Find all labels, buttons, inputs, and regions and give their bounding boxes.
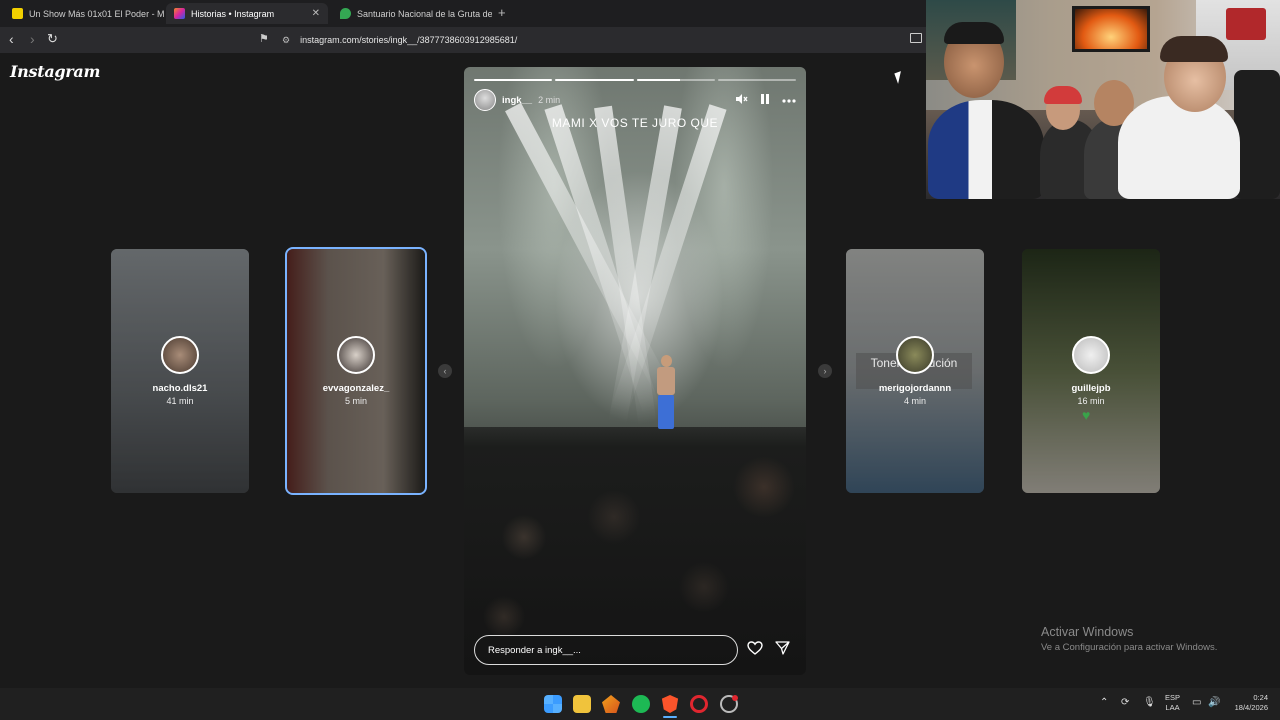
story-time: 5 min	[344, 396, 367, 406]
avatar	[896, 336, 934, 374]
active-app-indicator	[663, 716, 677, 718]
reply-input[interactable]: Responder a ingk__...	[474, 635, 738, 665]
story-username: evvagonzalez_	[322, 383, 390, 394]
url-text: instagram.com/stories/ingk__/38777386039…	[300, 35, 518, 45]
green-heart-icon: ♥	[1082, 407, 1091, 423]
microphone-icon[interactable]: 🎙	[1143, 697, 1156, 708]
progress-segment	[555, 79, 634, 81]
start-icon[interactable]	[544, 695, 562, 713]
language-code: ESP	[1165, 693, 1181, 702]
fireplace-screen	[1072, 6, 1150, 52]
previous-story-icon[interactable]: ‹	[438, 364, 452, 378]
file-explorer-icon[interactable]	[573, 695, 591, 713]
story-progress	[474, 79, 796, 81]
story-preview-evva[interactable]: evvagonzalez_ 5 min	[285, 247, 427, 495]
language-indicator[interactable]: ESP LAA	[1165, 693, 1180, 713]
story-header: ingk__ 2 min	[474, 89, 796, 111]
next-story-icon[interactable]: ›	[818, 364, 832, 378]
clock-date: 18/4/2026	[1234, 703, 1268, 712]
tab-instagram[interactable]: Historias • Instagram ✕	[166, 3, 328, 24]
mute-icon[interactable]	[735, 93, 748, 108]
brave-icon[interactable]	[661, 695, 679, 713]
story-time: 41 min	[166, 396, 194, 406]
story-preview-merigo[interactable]: Tonene solución merigojordannn 4 min	[846, 249, 984, 493]
hair	[944, 22, 1004, 44]
story-preview-nacho[interactable]: nacho.dls21 41 min	[111, 249, 249, 493]
story-username: nacho.dls21	[152, 383, 208, 394]
pause-icon[interactable]	[760, 93, 770, 108]
story-preview-guille[interactable]: guillejpb 16 min ♥	[1022, 249, 1160, 493]
site-settings-icon[interactable]: ⚙	[282, 35, 290, 46]
windows-activation-watermark: Activar Windows Ve a Configuración para …	[1041, 625, 1217, 653]
more-icon[interactable]	[782, 94, 796, 106]
tab-label: Historias • Instagram	[191, 8, 275, 19]
tab-favicon	[174, 8, 185, 19]
forward-icon[interactable]: ›	[30, 31, 35, 47]
windows-taskbar: ⌃ ⟳ 🎙 ESP LAA ▭ 🔊 0:24 18/4/2026	[0, 688, 1280, 720]
close-icon[interactable]: ✕	[312, 8, 320, 19]
avatar	[161, 336, 199, 374]
avatar	[1072, 336, 1110, 374]
game-launcher-icon[interactable]	[602, 695, 620, 713]
mouse-cursor-icon	[894, 71, 905, 84]
gaming-chair	[1234, 70, 1280, 199]
story-caption: MAMI X VOS TE JURO QUE	[551, 116, 719, 130]
sync-icon[interactable]: ⟳	[1121, 697, 1129, 708]
clock-time: 0:24	[1253, 693, 1268, 702]
instagram-logo[interactable]: Instagram	[10, 62, 100, 81]
story-username: merigojordannn	[878, 383, 952, 394]
progress-segment	[474, 79, 553, 81]
hair	[1160, 36, 1228, 62]
cast-icon[interactable]	[910, 33, 922, 43]
watermark-subtitle: Ve a Configuración para activar Windows.	[1041, 642, 1218, 653]
progress-segment	[636, 79, 715, 81]
network-icon[interactable]: ▭	[1192, 697, 1201, 708]
red-hair	[1044, 86, 1082, 104]
keyboard-layout: LAA	[1165, 703, 1180, 712]
url-field[interactable]: ⚙ instagram.com/stories/ingk__/387773860…	[282, 32, 902, 48]
heart-icon[interactable]	[747, 641, 763, 659]
new-tab-button[interactable]: +	[498, 5, 506, 20]
bookmark-icon[interactable]: ⚑	[259, 32, 269, 45]
progress-segment	[717, 79, 796, 81]
avatar[interactable]	[474, 89, 496, 111]
person-right	[1118, 96, 1240, 199]
story-username: guillejpb	[1071, 383, 1111, 394]
system-clock[interactable]: 0:24 18/4/2026	[1226, 693, 1268, 713]
tab-label: Santuario Nacional de la Gruta de Lo	[357, 8, 492, 19]
tab-favicon	[12, 8, 23, 19]
story-time: 2 min	[538, 95, 561, 105]
story-time: 4 min	[903, 396, 926, 406]
watermark-title: Activar Windows	[1041, 625, 1134, 639]
avatar	[337, 336, 375, 374]
spotify-icon[interactable]	[632, 695, 650, 713]
performer	[654, 355, 678, 431]
webcam-overlay	[926, 0, 1280, 199]
person-left	[928, 100, 1044, 199]
send-icon[interactable]	[775, 641, 790, 659]
opera-icon[interactable]	[690, 695, 708, 713]
volume-icon[interactable]: 🔊	[1208, 697, 1220, 708]
map-pin-icon	[340, 8, 351, 19]
tab-label: Un Show Más 01x01 El Poder - Mis C	[29, 8, 164, 19]
red-poster	[1226, 8, 1266, 40]
tab-show[interactable]: Un Show Más 01x01 El Poder - Mis C	[4, 3, 164, 24]
tab-santuario[interactable]: Santuario Nacional de la Gruta de Lo	[332, 3, 492, 24]
story-time: 16 min	[1077, 396, 1105, 406]
notification-badge	[732, 695, 738, 701]
chevron-up-icon[interactable]: ⌃	[1100, 697, 1108, 708]
reload-icon[interactable]: ↻	[47, 31, 58, 47]
current-story[interactable]: ingk__ 2 min MAMI X VOS TE JURO QUE Resp…	[464, 67, 806, 675]
reply-placeholder: Responder a ingk__...	[488, 644, 581, 656]
back-icon[interactable]: ‹	[9, 31, 14, 47]
story-author[interactable]: ingk__	[502, 95, 532, 106]
